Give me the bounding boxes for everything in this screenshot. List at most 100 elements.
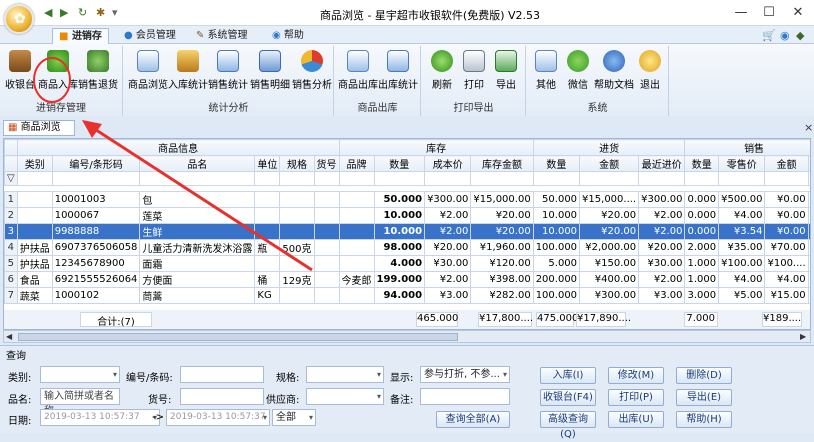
column-header[interactable]: 单位 [254,155,281,172]
table-cell[interactable]: 茼蒿 [139,287,256,304]
table-cell[interactable]: 瓶 [254,239,281,256]
column-header[interactable]: 数量 [532,155,581,172]
table-cell[interactable]: ¥20.00 [638,239,686,256]
filter-cell[interactable] [532,171,581,186]
table-cell[interactable]: 0.000 [684,223,720,240]
table-cell[interactable] [254,255,281,272]
table-cell[interactable]: 护扶品 [16,239,53,256]
table-cell[interactable]: 10.000 [532,223,581,240]
row-number[interactable]: 1 [4,191,18,208]
edit-button[interactable]: 修改(M) [608,367,664,384]
table-cell[interactable]: ¥15.00 [764,287,809,304]
table-cell[interactable]: ¥3.00 [638,287,686,304]
date-from-input[interactable]: 2019-03-13 10:57:37 ▾ [40,409,160,426]
table-cell[interactable]: 50.000 [532,191,581,208]
filter-cell[interactable] [424,171,472,186]
table-cell[interactable]: KG [254,287,281,304]
table-cell[interactable] [16,191,53,208]
scroll-left-icon[interactable]: ◀ [6,332,12,341]
table-cell[interactable]: ¥150.00 [579,255,640,272]
table-cell[interactable]: 1000067 [51,207,141,224]
table-cell[interactable]: 蔬菜 [16,287,53,304]
column-header[interactable]: 品名 [139,155,256,172]
table-cell[interactable] [338,191,375,208]
table-cell[interactable]: 食品 [16,271,53,288]
table-cell[interactable] [338,255,375,272]
table-cell[interactable] [313,223,340,240]
column-header[interactable]: 库存金额 [470,155,534,172]
stock-in-button[interactable]: 商品入库 [38,50,78,94]
table-cell[interactable] [338,223,375,240]
row-number[interactable]: 7 [4,287,18,304]
back-icon[interactable]: ◀ [44,6,52,19]
table-cell[interactable]: 1000102 [51,287,141,304]
help-circle-icon[interactable]: ◉ [780,29,790,42]
date-to-input[interactable]: 2019-03-13 10:57:37 ▾ [166,409,270,426]
table-cell[interactable]: ¥4.00 [718,271,766,288]
tab-inventory[interactable]: ■ 进销存 [52,28,109,44]
table-cell[interactable]: ¥35.00 [718,239,766,256]
sales-detail-button[interactable]: 销售明细 [250,50,290,94]
table-cell[interactable]: ¥20.00 [579,207,640,224]
date-range-select[interactable]: 全部 ▾ [272,409,316,426]
app-logo[interactable]: ✿ [4,4,34,34]
table-cell[interactable]: 包 [139,191,256,208]
column-header[interactable]: 数量 [373,155,426,172]
column-header[interactable]: 编号/条形码 [51,155,141,172]
table-row[interactable]: 4 护扶品 6907376506058 儿童活力清新洗发沐浴露瓶 500克 98.000 ¥… [4,239,810,256]
filter-row[interactable]: ▽ [4,171,810,186]
export-button[interactable]: 导出 [488,50,524,94]
table-cell[interactable]: 10.000 [532,207,581,224]
table-cell[interactable]: ¥20.00 [470,207,534,224]
tab-help[interactable]: ◉ 帮助 [266,28,310,44]
query-all-button[interactable]: 查询全部(A) [436,411,510,428]
table-cell[interactable]: ¥0.00 [764,191,809,208]
filter-cell[interactable] [313,171,340,186]
advanced-query-button[interactable]: 高级查询(Q) [540,411,596,440]
table-row[interactable]: 3 9988888 生鲜 10.000 ¥2.00 ¥20.00 10.000 ¥20.00 ¥… [4,223,810,240]
table-cell[interactable] [338,207,375,224]
table-cell[interactable]: 1.000 [684,271,720,288]
stock-in-action-button[interactable]: 入库(I) [540,367,596,384]
table-cell[interactable]: 500克 [279,239,315,256]
table-cell[interactable]: 儿童活力清新洗发沐浴露 [139,239,256,256]
filter-cell[interactable] [16,171,53,186]
table-cell[interactable]: 10001003 [51,191,141,208]
filter-cell[interactable] [579,171,640,186]
filter-cell[interactable] [338,171,375,186]
column-header[interactable]: 金额 [764,155,809,172]
table-cell[interactable] [338,239,375,256]
table-cell[interactable]: 199.000 [373,271,426,288]
table-cell[interactable]: 3.000 [684,287,720,304]
filter-icon[interactable]: ▽ [4,171,18,186]
stock-out-button[interactable]: 商品出库 [338,50,378,94]
column-header[interactable]: 利 [807,155,810,172]
table-cell[interactable]: ¥282.00 [470,287,534,304]
filter-cell[interactable] [254,171,281,186]
table-cell[interactable]: 5.000 [532,255,581,272]
table-cell[interactable]: 0.000 [684,207,720,224]
table-cell[interactable]: 6907376506058 [51,239,141,256]
tab-members[interactable]: ● 会员管理 [118,28,182,44]
table-cell[interactable]: 50.000 [373,191,426,208]
table-cell[interactable]: ¥30.00 [424,255,472,272]
table-cell[interactable]: ¥20.00 [470,223,534,240]
table-cell[interactable]: ¥120.00 [470,255,534,272]
table-cell[interactable] [279,287,315,304]
table-cell[interactable]: ¥ [807,271,810,288]
table-cell[interactable]: ¥15,000.... [579,191,640,208]
stock-out-action-button[interactable]: 出库(U) [608,411,664,428]
filter-cell[interactable] [279,171,315,186]
table-cell[interactable]: ¥100.... [764,255,809,272]
close-icon[interactable]: × [804,121,813,134]
table-cell[interactable]: 200.000 [532,271,581,288]
row-number[interactable]: 6 [4,271,18,288]
table-cell[interactable]: ¥0.00 [764,207,809,224]
table-cell[interactable]: ¥400.00 [579,271,640,288]
table-cell[interactable]: ¥ [807,223,810,240]
display-select[interactable]: 参与打折, 不参... ▾ [420,366,510,383]
table-cell[interactable]: 0.000 [684,191,720,208]
refresh-icon[interactable]: ↻ [78,6,87,19]
table-cell[interactable]: ¥30.00 [638,255,686,272]
table-cell[interactable]: ¥3.00 [424,287,472,304]
